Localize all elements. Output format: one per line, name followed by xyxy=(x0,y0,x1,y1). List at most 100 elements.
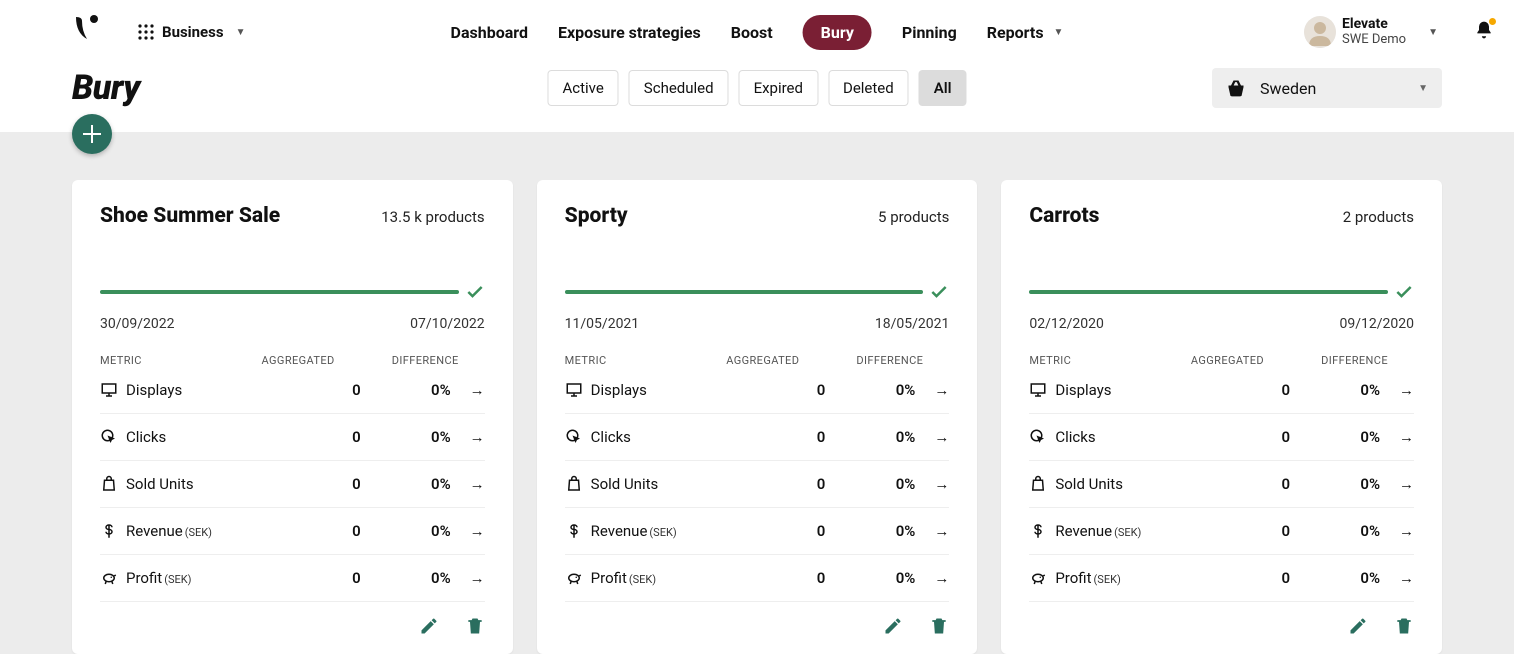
progress-bar xyxy=(100,290,459,294)
metric-label: Displays xyxy=(126,381,182,399)
metric-label: Displays xyxy=(591,381,647,399)
edit-button[interactable] xyxy=(883,616,903,640)
nav-bury[interactable]: Bury xyxy=(803,15,872,50)
metric-label: Profit xyxy=(126,569,162,587)
card-product-count: 13.5 k products xyxy=(381,208,484,226)
metric-difference: 0% xyxy=(1290,475,1380,493)
page-title: Bury xyxy=(72,68,140,108)
metric-unit: (SEK) xyxy=(1114,526,1141,539)
metric-unit: (SEK) xyxy=(629,573,656,586)
metric-aggregated: 0 xyxy=(1180,475,1290,493)
dollar-icon xyxy=(1029,522,1055,540)
metric-row-profit: Profit (SEK) 0 0% → xyxy=(565,555,950,602)
metric-difference: 0% xyxy=(361,428,451,446)
metric-difference: 0% xyxy=(361,569,451,587)
metric-aggregated: 0 xyxy=(251,475,361,493)
date-end: 18/05/2021 xyxy=(875,316,950,332)
user-text: Elevate SWE Demo xyxy=(1342,16,1406,47)
edit-button[interactable] xyxy=(1348,616,1368,640)
delete-button[interactable] xyxy=(465,616,485,640)
status-filter: Active Scheduled Expired Deleted All xyxy=(547,70,966,106)
locale-selector[interactable]: Sweden ▼ xyxy=(1212,68,1442,108)
arrow-right-icon: → xyxy=(915,428,949,446)
filter-deleted[interactable]: Deleted xyxy=(828,70,909,106)
notifications-button[interactable] xyxy=(1474,20,1494,44)
col-difference: DIFFERENCE xyxy=(335,354,485,367)
filter-scheduled[interactable]: Scheduled xyxy=(629,70,729,106)
workspace-switcher[interactable]: Business ▼ xyxy=(138,23,245,41)
metric-difference: 0% xyxy=(361,381,451,399)
progress-bar xyxy=(1029,290,1388,294)
filter-expired[interactable]: Expired xyxy=(739,70,818,106)
arrow-right-icon: → xyxy=(915,475,949,493)
nav-pinning[interactable]: Pinning xyxy=(902,23,957,42)
metric-label: Revenue xyxy=(591,522,648,540)
campaign-card: Sporty 5 products 11/05/2021 18/05/2021 … xyxy=(537,180,978,654)
metric-difference: 0% xyxy=(361,522,451,540)
card-title: Shoe Summer Sale xyxy=(100,204,280,228)
metric-row-displays: Displays 0 0% → xyxy=(100,367,485,414)
nav-boost[interactable]: Boost xyxy=(731,23,773,42)
filter-all[interactable]: All xyxy=(919,70,967,106)
nav-reports[interactable]: Reports ▼ xyxy=(987,23,1064,42)
date-end: 07/10/2022 xyxy=(410,316,485,332)
metric-difference: 0% xyxy=(825,428,915,446)
metric-label: Sold Units xyxy=(591,475,659,493)
metric-unit: (SEK) xyxy=(649,526,676,539)
metric-label: Sold Units xyxy=(126,475,194,493)
piggy-icon xyxy=(1029,569,1055,587)
locale-label: Sweden xyxy=(1260,79,1404,98)
nav-exposure-strategies[interactable]: Exposure strategies xyxy=(558,23,701,42)
col-aggregated: AGGREGATED xyxy=(225,354,335,367)
bag-icon xyxy=(565,475,591,493)
date-start: 02/12/2020 xyxy=(1029,316,1104,332)
metric-aggregated: 0 xyxy=(1180,381,1290,399)
metric-row-clicks: Clicks 0 0% → xyxy=(1029,414,1414,461)
col-metric: METRIC xyxy=(565,354,690,367)
edit-button[interactable] xyxy=(419,616,439,640)
metric-aggregated: 0 xyxy=(251,381,361,399)
monitor-icon xyxy=(565,381,591,399)
metric-row-sold: Sold Units 0 0% → xyxy=(100,461,485,508)
main-nav: Dashboard Exposure strategies Boost Bury… xyxy=(451,15,1064,50)
plus-icon xyxy=(83,125,101,143)
metric-label: Revenue xyxy=(1055,522,1112,540)
delete-button[interactable] xyxy=(929,616,949,640)
trash-icon xyxy=(1394,616,1414,636)
sub-header: Bury Active Scheduled Expired Deleted Al… xyxy=(0,64,1514,132)
metric-row-profit: Profit (SEK) 0 0% → xyxy=(100,555,485,602)
arrow-right-icon: → xyxy=(1380,428,1414,446)
metric-aggregated: 0 xyxy=(1180,569,1290,587)
metric-label: Displays xyxy=(1055,381,1111,399)
click-icon xyxy=(100,428,126,446)
click-icon xyxy=(1029,428,1055,446)
metric-unit: (SEK) xyxy=(164,573,191,586)
metric-row-displays: Displays 0 0% → xyxy=(1029,367,1414,414)
monitor-icon xyxy=(1029,381,1055,399)
metric-difference: 0% xyxy=(825,569,915,587)
top-bar: Business ▼ Dashboard Exposure strategies… xyxy=(0,0,1514,64)
pencil-icon xyxy=(1348,616,1368,636)
delete-button[interactable] xyxy=(1394,616,1414,640)
metric-difference: 0% xyxy=(825,475,915,493)
metric-row-clicks: Clicks 0 0% → xyxy=(100,414,485,461)
trash-icon xyxy=(465,616,485,636)
metric-aggregated: 0 xyxy=(1180,522,1290,540)
arrow-right-icon: → xyxy=(451,475,485,493)
arrow-right-icon: → xyxy=(1380,569,1414,587)
chevron-down-icon: ▼ xyxy=(1428,27,1438,38)
filter-active[interactable]: Active xyxy=(547,70,618,106)
metric-row-revenue: Revenue (SEK) 0 0% → xyxy=(100,508,485,555)
avatar xyxy=(1304,16,1336,48)
metric-aggregated: 0 xyxy=(1180,428,1290,446)
card-title: Carrots xyxy=(1029,204,1099,228)
campaign-card: Shoe Summer Sale 13.5 k products 30/09/2… xyxy=(72,180,513,654)
add-button[interactable] xyxy=(72,114,112,154)
click-icon xyxy=(565,428,591,446)
trash-icon xyxy=(929,616,949,636)
user-name: Elevate xyxy=(1342,16,1406,32)
col-metric: METRIC xyxy=(1029,354,1154,367)
nav-dashboard[interactable]: Dashboard xyxy=(451,23,528,42)
brand-logo xyxy=(72,13,102,47)
user-menu[interactable]: Elevate SWE Demo ▼ xyxy=(1304,16,1494,48)
